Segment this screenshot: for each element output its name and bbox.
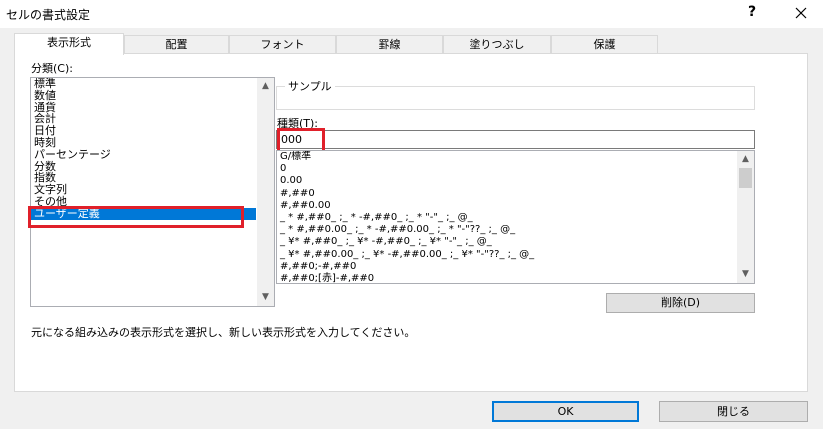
list-item[interactable]: 通貨 (31, 101, 274, 114)
category-list[interactable]: 標準 数値 通貨 会計 日付 時刻 パーセンテージ 分数 指数 文字列 その他 … (30, 77, 275, 307)
category-label: 分類(C): (31, 62, 73, 75)
type-input[interactable]: 000 (276, 130, 755, 149)
sample-group: サンプル (276, 78, 755, 110)
window-title: セルの書式設定 (6, 8, 91, 22)
list-item[interactable]: 文字列 (31, 184, 274, 196)
format-list[interactable]: G/標準 0 0.00 #,##0 #,##0.00 _ * #,##0_ ;_… (276, 150, 755, 284)
list-item[interactable]: #,##0.00 (277, 200, 754, 212)
category-scrollbar[interactable]: ▲ ▼ (257, 78, 274, 306)
list-item[interactable]: _ ¥* #,##0_ ;_ ¥* -#,##0_ ;_ ¥* "-"_ ;_ … (277, 236, 754, 248)
number-format-panel: 分類(C): 標準 数値 通貨 会計 日付 時刻 パーセンテージ 分数 指数 文… (14, 53, 808, 392)
list-item[interactable]: 標準 (31, 78, 274, 90)
close-icon (795, 7, 807, 19)
scroll-down-icon[interactable]: ▼ (257, 289, 274, 306)
list-item[interactable]: #,##0;-#,##0 (277, 261, 754, 273)
tab-border[interactable]: 罫線 (336, 35, 443, 54)
list-item[interactable]: G/標準 (277, 151, 754, 163)
tab-protection[interactable]: 保護 (551, 35, 658, 54)
ok-button[interactable]: OK (492, 401, 639, 422)
description-text: 元になる組み込みの表示形式を選択し、新しい表示形式を入力してください。 (31, 326, 416, 339)
tab-font[interactable]: フォント (229, 35, 336, 54)
list-item[interactable]: _ * #,##0_ ;_ * -#,##0_ ;_ * "-"_ ;_ @_ (277, 212, 754, 224)
tab-number[interactable]: 表示形式 (14, 33, 124, 55)
list-item[interactable]: 時刻 (31, 137, 274, 149)
scroll-thumb[interactable] (739, 168, 752, 188)
scroll-up-icon[interactable]: ▲ (737, 151, 754, 168)
list-item[interactable]: 0.00 (277, 175, 754, 187)
list-item[interactable]: #,##0 (277, 188, 754, 200)
sample-label: サンプル (285, 78, 335, 94)
title-bar: セルの書式設定 ? (0, 0, 823, 28)
list-item[interactable]: 指数 (31, 172, 274, 184)
highlight-box-category (28, 206, 244, 228)
list-item[interactable]: 分数 (31, 160, 274, 173)
list-item[interactable]: 数値 (31, 89, 274, 102)
delete-button[interactable]: 削除(D) (606, 293, 755, 313)
help-button[interactable]: ? (748, 4, 756, 20)
tab-bar: 表示形式 配置 フォント 罫線 塗りつぶし 保護 (0, 33, 823, 55)
list-item[interactable]: 会計 (31, 113, 274, 125)
list-item[interactable]: _ * #,##0.00_ ;_ * -#,##0.00_ ;_ * "-"??… (277, 224, 754, 236)
list-item[interactable]: #,##0;[赤]-#,##0 (277, 273, 754, 283)
close-button[interactable]: 閉じる (659, 401, 808, 422)
list-item[interactable]: _ ¥* #,##0.00_ ;_ ¥* -#,##0.00_ ;_ ¥* "-… (277, 249, 754, 261)
list-item[interactable]: パーセンテージ (31, 148, 274, 161)
scroll-down-icon[interactable]: ▼ (737, 266, 754, 283)
format-scrollbar[interactable]: ▲ ▼ (737, 151, 754, 283)
scroll-up-icon[interactable]: ▲ (257, 78, 274, 95)
list-item[interactable]: 0 (277, 163, 754, 175)
list-item[interactable]: 日付 (31, 125, 274, 137)
tab-alignment[interactable]: 配置 (124, 35, 229, 54)
close-window-button[interactable] (788, 2, 814, 24)
tab-fill[interactable]: 塗りつぶし (443, 35, 551, 54)
